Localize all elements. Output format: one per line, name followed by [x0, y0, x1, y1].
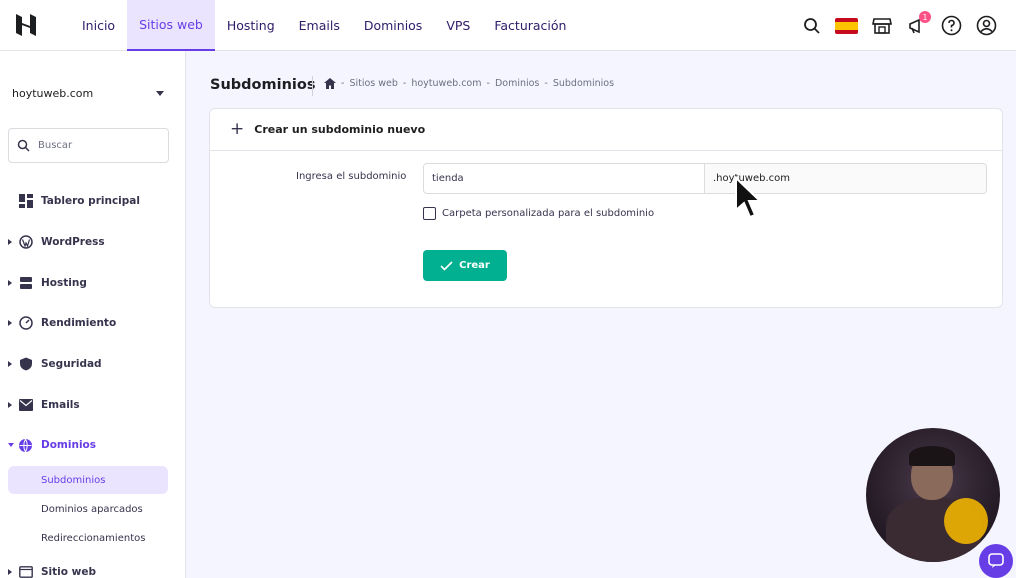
shield-icon [18, 357, 33, 372]
breadcrumb-separator: - [402, 78, 407, 89]
search-placeholder: Buscar [38, 140, 73, 151]
chevron-down-icon [156, 91, 164, 96]
chat-support-button[interactable] [979, 544, 1013, 578]
nav-vps[interactable]: VPS [434, 0, 482, 51]
breadcrumb: - Sitios web - hoytuweb.com - Dominios -… [324, 78, 614, 89]
help-icon[interactable] [940, 14, 963, 37]
page-title: Subdominios [210, 77, 316, 93]
nav-emails[interactable]: Emails [287, 0, 352, 51]
site-selector-label: hoytuweb.com [12, 87, 94, 100]
top-actions: 1 [800, 0, 998, 51]
nav-dominios[interactable]: Dominios [352, 0, 434, 51]
sidebar-item-tablero[interactable]: Tablero principal [0, 186, 186, 216]
breadcrumb-item[interactable]: hoytuweb.com [411, 78, 481, 89]
search-icon [17, 139, 30, 152]
chevron-right-icon [8, 280, 12, 286]
nav-hosting[interactable]: Hosting [215, 0, 287, 51]
search-icon[interactable] [800, 14, 823, 37]
chat-icon [988, 553, 1004, 568]
custom-folder-checkbox[interactable] [423, 207, 436, 220]
sidebar-item-wordpress[interactable]: WordPress [0, 227, 186, 257]
chevron-right-icon [8, 361, 12, 367]
chevron-down-icon [8, 443, 14, 447]
custom-folder-label: Carpeta personalizada para el subdominio [442, 208, 655, 219]
hosting-icon [18, 276, 33, 291]
sidebar-item-dominios[interactable]: Dominios [0, 430, 186, 460]
breadcrumb-separator: - [341, 78, 345, 89]
notification-badge: 1 [919, 11, 931, 23]
globe-icon [18, 438, 33, 453]
nav-inicio[interactable]: Inicio [70, 0, 127, 51]
presenter-webcam [866, 428, 1000, 562]
sidebar-item-hosting[interactable]: Hosting [0, 268, 186, 298]
check-icon [440, 260, 453, 271]
chevron-right-icon [8, 569, 12, 575]
card-header[interactable]: + Crear un subdominio nuevo [210, 109, 1002, 151]
subdomain-field-label: Ingresa el subdominio [296, 171, 407, 182]
sidebar-item-emails[interactable]: Emails [0, 390, 186, 420]
language-flag-icon[interactable] [835, 14, 858, 37]
sidebar-item-sitio-web[interactable]: Sitio web [0, 557, 186, 578]
pointing-hand-icon [944, 498, 988, 544]
subdomain-input[interactable] [423, 163, 705, 194]
sidebar-item-rendimiento[interactable]: Rendimiento [0, 308, 186, 338]
sidebar: hoytuweb.com Buscar Tablero principal Wo… [0, 51, 186, 578]
breadcrumb-separator: - [544, 78, 548, 89]
sidebar-subitem-dominios-aparcados[interactable]: Dominios aparcados [8, 495, 168, 523]
sidebar-subitem-redireccionamientos[interactable]: Redireccionamientos [8, 524, 168, 552]
sidebar-subitem-subdominios[interactable]: Subdominios [8, 466, 168, 494]
chevron-right-icon [8, 402, 12, 408]
plus-icon: + [230, 119, 245, 139]
top-navigation-bar: Inicio Sitios web Hosting Emails Dominio… [0, 0, 1016, 51]
gauge-icon [18, 316, 33, 331]
card-title: Crear un subdominio nuevo [254, 123, 426, 136]
sidebar-item-seguridad[interactable]: Seguridad [0, 349, 186, 379]
custom-folder-option[interactable]: Carpeta personalizada para el subdominio [423, 207, 654, 220]
create-button[interactable]: Crear [423, 250, 507, 281]
create-subdomain-card: + Crear un subdominio nuevo Ingresa el s… [209, 108, 1003, 308]
announcement-icon[interactable]: 1 [905, 11, 931, 37]
store-icon[interactable] [870, 14, 893, 37]
main-nav: Inicio Sitios web Hosting Emails Dominio… [70, 0, 578, 51]
hostinger-logo-icon[interactable] [14, 13, 38, 37]
nav-facturacion[interactable]: Facturación [482, 0, 578, 51]
breadcrumb-item[interactable]: Sitios web [349, 78, 397, 89]
nav-sitios-web[interactable]: Sitios web [127, 0, 215, 51]
breadcrumb-current: Subdominios [552, 78, 615, 89]
home-icon[interactable] [324, 78, 336, 89]
sidebar-search[interactable]: Buscar [8, 128, 169, 163]
site-selector[interactable]: hoytuweb.com [12, 87, 164, 100]
title-divider [312, 76, 313, 96]
account-icon[interactable] [975, 14, 998, 37]
mouse-pointer-icon [735, 176, 762, 219]
website-icon [18, 565, 33, 578]
dashboard-icon [18, 194, 33, 209]
chevron-right-icon [8, 320, 12, 326]
create-button-label: Crear [459, 260, 490, 271]
mail-icon [18, 398, 33, 413]
breadcrumb-item[interactable]: Dominios [495, 78, 539, 89]
wordpress-icon [18, 235, 33, 250]
breadcrumb-separator: - [486, 78, 490, 89]
chevron-right-icon [8, 239, 12, 245]
